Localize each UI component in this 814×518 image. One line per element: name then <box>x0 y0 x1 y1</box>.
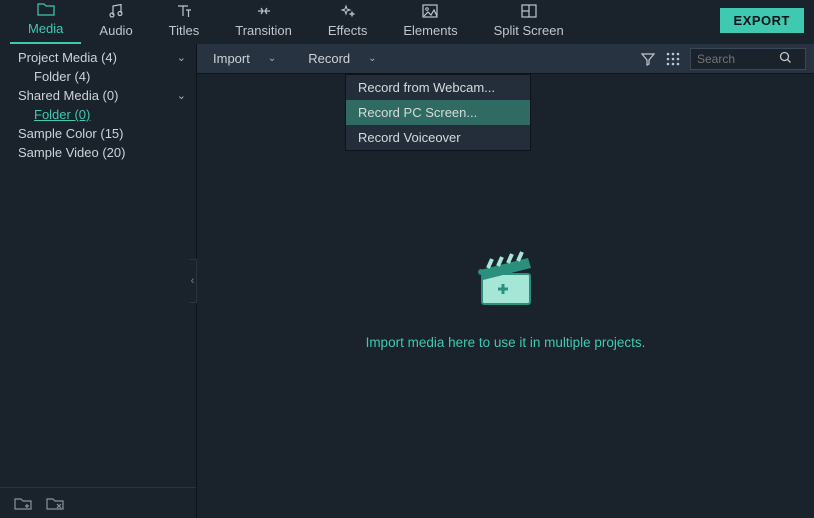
delete-folder-icon[interactable] <box>46 496 64 510</box>
record-voiceover-item[interactable]: Record Voiceover <box>346 125 530 150</box>
text-icon <box>176 4 192 21</box>
search-input[interactable] <box>697 52 779 66</box>
tab-label: Audio <box>99 23 132 38</box>
tab-label: Split Screen <box>494 23 564 38</box>
tree-item-sample-video[interactable]: Sample Video (20) <box>0 143 196 162</box>
record-label: Record <box>308 51 350 66</box>
record-webcam-item[interactable]: Record from Webcam... <box>346 75 530 100</box>
chevron-down-icon: ⌄ <box>177 89 186 102</box>
sparkle-icon <box>340 4 356 21</box>
chevron-down-icon: ⌄ <box>268 53 276 64</box>
grid-view-icon[interactable] <box>666 52 680 66</box>
search-box[interactable] <box>690 48 806 70</box>
media-tree: Project Media (4) ⌄ Folder (4) Shared Me… <box>0 44 196 487</box>
split-icon <box>521 4 537 21</box>
tree-label: Folder (0) <box>34 107 90 122</box>
tab-label: Titles <box>169 23 200 38</box>
tab-label: Transition <box>235 23 292 38</box>
chevron-down-icon: ⌄ <box>177 51 186 64</box>
tab-label: Elements <box>403 23 457 38</box>
add-folder-icon[interactable] <box>14 496 32 510</box>
filter-icon[interactable] <box>640 52 656 66</box>
content-toolbar: Import ⌄ Record ⌄ <box>197 44 814 74</box>
tab-elements[interactable]: Elements <box>385 4 475 44</box>
tab-label: Effects <box>328 23 368 38</box>
import-label: Import <box>213 51 250 66</box>
tab-audio[interactable]: Audio <box>81 4 150 44</box>
tree-label: Sample Color (15) <box>18 126 124 141</box>
tab-effects[interactable]: Effects <box>310 4 386 44</box>
clapboard-icon <box>470 242 542 317</box>
tree-label: Folder (4) <box>34 69 90 84</box>
content-area: Import ⌄ Record ⌄ <box>197 44 814 518</box>
tree-item-folder[interactable]: Folder (4) <box>0 67 196 86</box>
tree-label: Shared Media (0) <box>18 88 118 103</box>
tree-label: Project Media (4) <box>18 50 117 65</box>
music-icon <box>108 4 124 21</box>
tree-item-project-media[interactable]: Project Media (4) ⌄ <box>0 48 196 67</box>
search-icon <box>779 51 792 67</box>
tree-label: Sample Video (20) <box>18 145 125 160</box>
tab-titles[interactable]: Titles <box>151 4 218 44</box>
image-icon <box>422 4 438 21</box>
record-dropdown: Record from Webcam... Record PC Screen..… <box>345 74 531 151</box>
export-button[interactable]: EXPORT <box>720 8 804 33</box>
import-button[interactable]: Import ⌄ <box>197 44 292 73</box>
chevron-down-icon: ⌄ <box>368 53 376 64</box>
tree-item-shared-media[interactable]: Shared Media (0) ⌄ <box>0 86 196 105</box>
top-tabs: Media Audio Titles Transition Effects El… <box>0 0 814 44</box>
record-button[interactable]: Record ⌄ <box>292 44 392 73</box>
tab-split-screen[interactable]: Split Screen <box>476 4 582 44</box>
sidebar-footer <box>0 487 196 518</box>
stage-hint-text: Import media here to use it in multiple … <box>366 335 646 350</box>
tree-item-folder-selected[interactable]: Folder (0) <box>0 105 196 124</box>
tree-item-sample-color[interactable]: Sample Color (15) <box>0 124 196 143</box>
record-pc-screen-item[interactable]: Record PC Screen... <box>346 100 530 125</box>
tab-transition[interactable]: Transition <box>217 4 310 44</box>
transition-icon <box>256 4 272 21</box>
tab-media[interactable]: Media <box>10 2 81 44</box>
sidebar: Project Media (4) ⌄ Folder (4) Shared Me… <box>0 44 197 518</box>
tab-label: Media <box>28 21 63 36</box>
sidebar-collapse-handle[interactable] <box>189 259 197 303</box>
folder-icon <box>37 2 55 19</box>
